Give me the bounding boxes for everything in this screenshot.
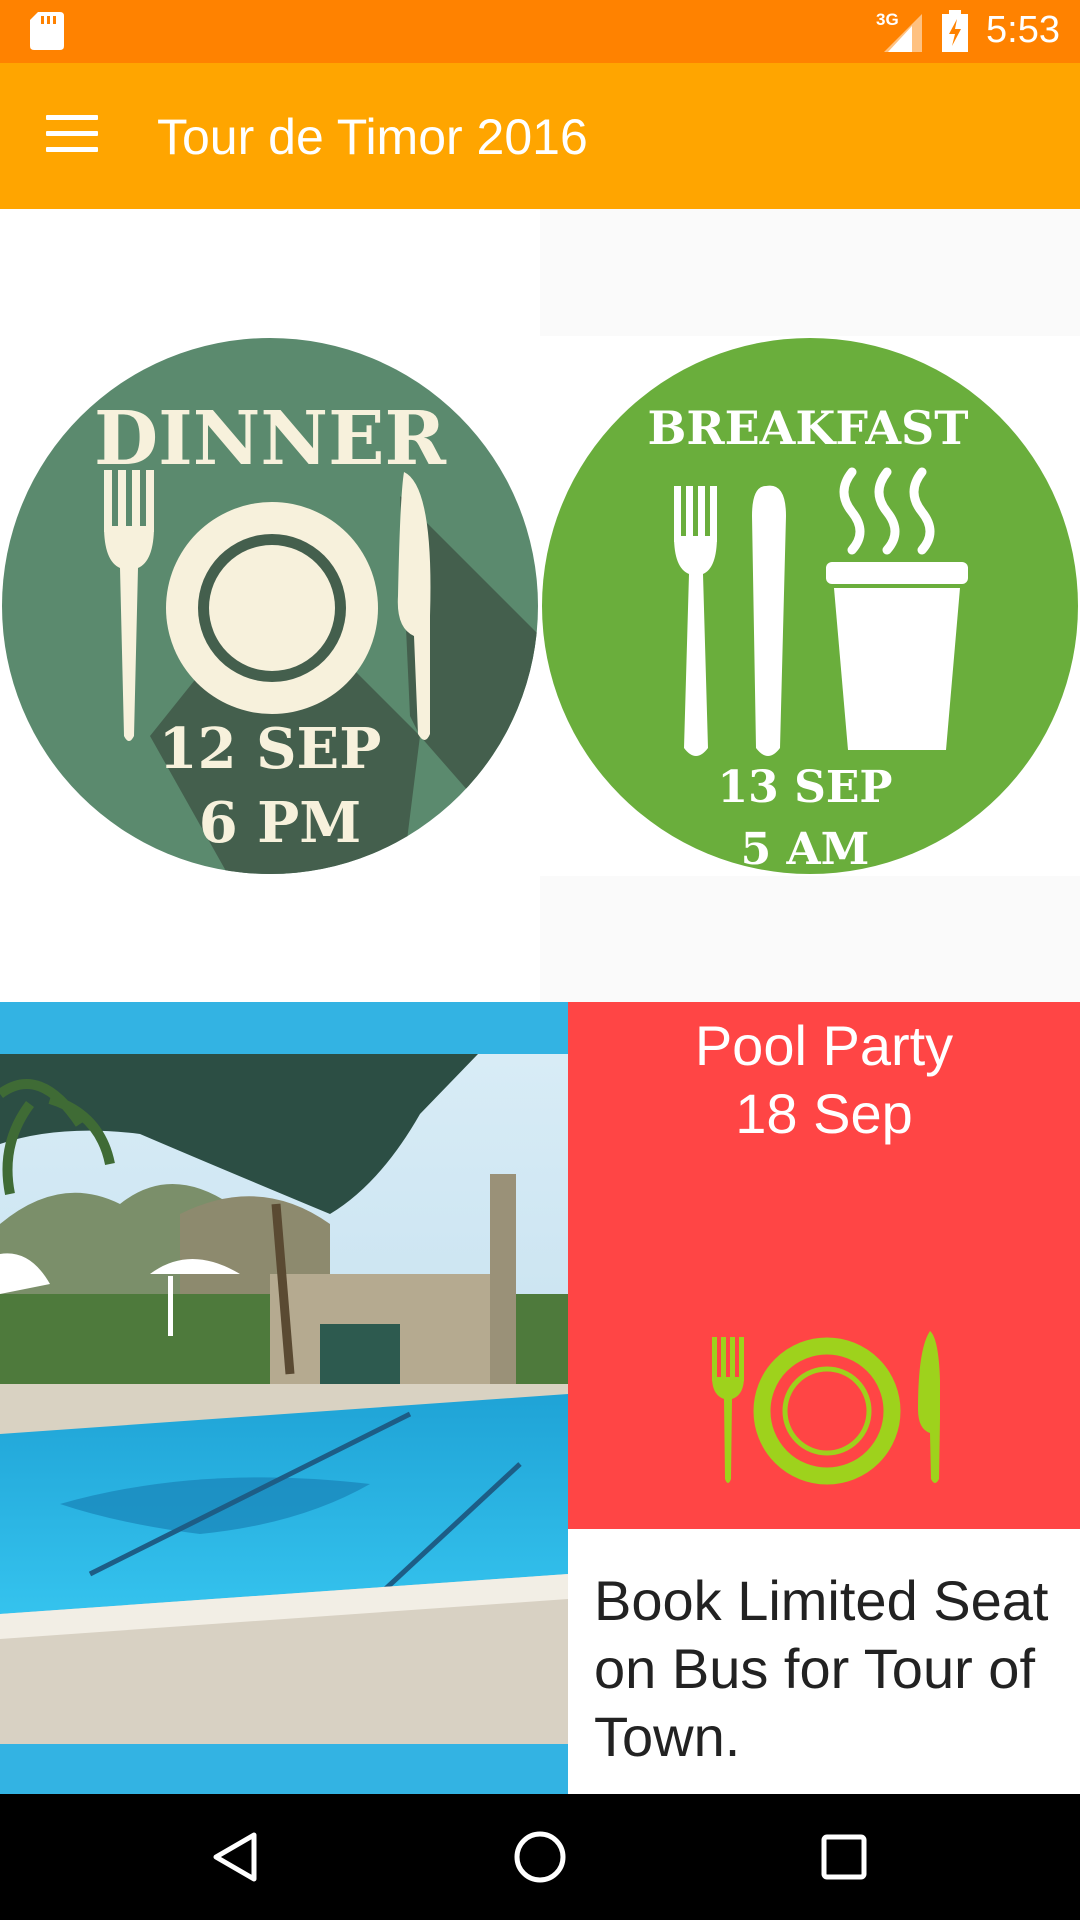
clock: 5:53 — [986, 9, 1060, 51]
pool-party-title: Pool Party — [694, 1014, 954, 1077]
pool-photo — [0, 1054, 568, 1744]
status-bar: 3G 5:53 — [0, 0, 1080, 63]
bus-tour-tile[interactable]: Book Limited Seat on Bus for Tour of Tow… — [568, 1529, 1080, 1794]
dinner-badge: DINNER 12 SEP 6 PM — [2, 338, 538, 874]
hamburger-menu-icon[interactable] — [46, 115, 98, 155]
pool-party-tile[interactable]: Pool Party 18 Sep — [568, 1002, 1080, 1529]
breakfast-event-tile[interactable]: BREAKFAST 13 SEP 5 AM — [540, 209, 1080, 1002]
breakfast-badge-frame: BREAKFAST 13 SEP 5 AM — [540, 336, 1080, 876]
dinner-event-tile[interactable]: DINNER 12 SEP 6 PM — [0, 209, 540, 1002]
sd-card-icon — [30, 12, 64, 50]
dinner-date: 12 SEP — [159, 716, 382, 782]
back-button[interactable] — [206, 1827, 266, 1887]
app-bar: Tour de Timor 2016 — [0, 63, 1080, 209]
app-title: Tour de Timor 2016 — [157, 109, 588, 165]
breakfast-time: 5 AM — [741, 824, 870, 875]
home-button[interactable] — [510, 1827, 570, 1887]
bus-tour-text: Book Limited Seat on Bus for Tour of Tow… — [594, 1569, 1049, 1768]
coffee-cup-icon — [826, 562, 968, 750]
breakfast-title: BREAKFAST — [648, 401, 969, 455]
plate-icon — [166, 502, 378, 714]
dining-icon — [712, 1331, 940, 1485]
pool-party-date: 18 Sep — [735, 1082, 913, 1145]
signal-icon — [884, 14, 922, 52]
dinner-title: DINNER — [94, 396, 446, 482]
pool-photo-tile[interactable] — [0, 1002, 568, 1794]
breakfast-date: 13 SEP — [718, 762, 893, 813]
recents-button[interactable] — [814, 1827, 874, 1887]
battery-charging-icon — [942, 10, 968, 52]
breakfast-badge: BREAKFAST 13 SEP 5 AM — [542, 338, 1078, 875]
dinner-time: 6 PM — [199, 790, 362, 856]
navigation-bar — [0, 1794, 1080, 1920]
pool-party-text: Pool Party 18 Sep — [568, 1012, 1080, 1148]
